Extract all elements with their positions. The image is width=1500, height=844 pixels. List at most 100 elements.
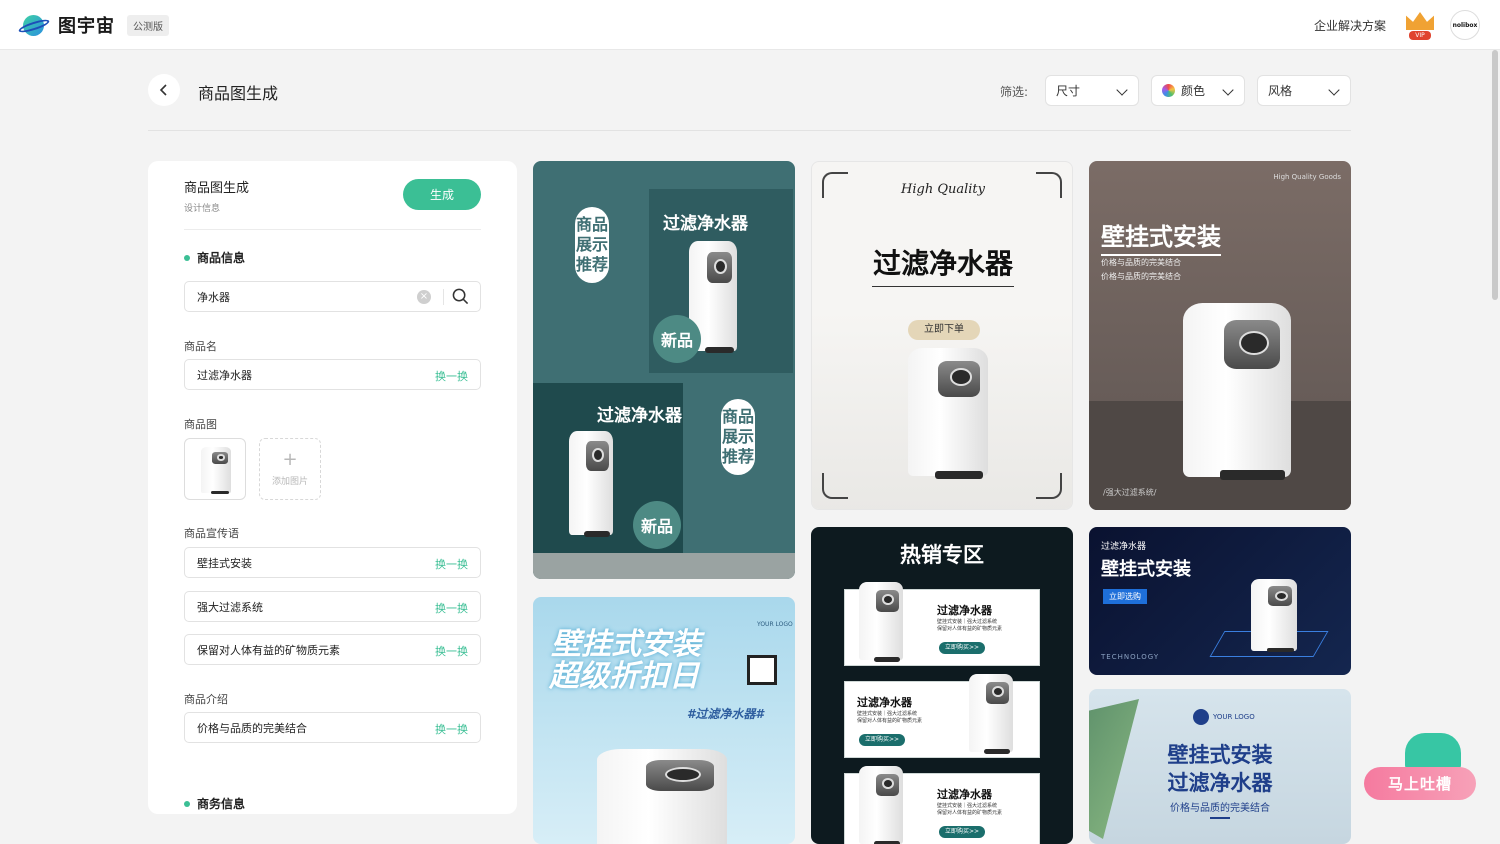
back-button[interactable] xyxy=(148,74,180,106)
color-filter-label: 颜色 xyxy=(1181,84,1206,98)
card7-line3: 价格与品质的完美结合 xyxy=(1170,803,1270,814)
color-wheel-icon xyxy=(1162,84,1175,97)
design-info-panel: 商品图生成 设计信息 生成 商品信息 净水器 × 商品名 过滤净水器 换一换 商… xyxy=(148,161,517,814)
size-filter-label: 尺寸 xyxy=(1056,84,1081,98)
logo[interactable]: 图宇宙 公测版 xyxy=(17,12,169,38)
card1-floor xyxy=(533,553,795,579)
card5-banner: 热销专区 xyxy=(900,543,984,567)
card5-item-1: 过滤净水器 壁挂式安装｜强大过滤系统 保留对人体有益的矿物质元素 立即购买>> xyxy=(844,582,1040,666)
filter-label: 筛选: xyxy=(1000,85,1029,99)
card2-title: 过滤净水器 xyxy=(872,247,1013,280)
size-filter-dropdown[interactable]: 尺寸 xyxy=(1045,75,1139,106)
product-name-field[interactable]: 过滤净水器 换一换 xyxy=(184,359,481,390)
product-name-label: 商品名 xyxy=(184,340,217,353)
chevron-left-icon xyxy=(159,84,167,96)
add-image-button[interactable]: + 添加图片 xyxy=(259,438,321,500)
product-image-thumbnail[interactable] xyxy=(184,438,246,500)
card6-footer: TECHNOLOGY xyxy=(1101,653,1160,661)
purifier-image xyxy=(908,348,988,479)
card4-logo: YOUR LOGO xyxy=(757,621,793,628)
card6-buy-button: 立即选购 xyxy=(1103,589,1147,604)
field-separator xyxy=(443,289,444,305)
product-name-value: 过滤净水器 xyxy=(197,368,252,382)
card7-logo: YOUR LOGO xyxy=(1213,713,1255,721)
plus-icon: + xyxy=(282,448,298,470)
color-filter-dropdown[interactable]: 颜色 xyxy=(1151,75,1245,106)
slogan-label: 商品宣传语 xyxy=(184,527,239,540)
search-icon[interactable] xyxy=(452,288,469,305)
card3-line1: 价格与品质的完美结合 xyxy=(1101,258,1181,267)
card1-vertical-text-right: 商品展示推荐 xyxy=(721,399,755,475)
swap-button[interactable]: 换一换 xyxy=(435,368,468,384)
template-card-6[interactable]: 过滤净水器 壁挂式安装 立即选购 TECHNOLOGY xyxy=(1089,527,1351,675)
card3-footer: /强大过滤系统/ xyxy=(1103,488,1157,497)
bullet-dot-icon xyxy=(184,800,190,807)
template-card-5[interactable]: 热销专区 过滤净水器 壁挂式安装｜强大过滤系统 保留对人体有益的矿物质元素 立即… xyxy=(811,527,1073,844)
scrollbar[interactable] xyxy=(1492,50,1498,300)
card7-line2: 过滤净水器 xyxy=(1167,771,1273,795)
qr-code-icon xyxy=(747,655,777,685)
generate-button[interactable]: 生成 xyxy=(403,179,481,210)
swap-button[interactable]: 换一换 xyxy=(435,643,468,659)
chevron-down-icon xyxy=(1222,84,1234,96)
swap-button[interactable]: 换一换 xyxy=(435,556,468,572)
card4-hashtag: #过滤净水器# xyxy=(687,707,764,721)
search-value: 净水器 xyxy=(197,290,230,304)
card6-title: 壁挂式安装 xyxy=(1101,559,1191,580)
mascot-icon[interactable] xyxy=(1405,733,1461,771)
search-input[interactable]: 净水器 × xyxy=(184,281,481,312)
template-card-1[interactable]: 过滤净水器 过滤净水器 商品展示推荐 商品展示推荐 新品 新品 xyxy=(533,161,795,579)
card6-small-title: 过滤净水器 xyxy=(1101,542,1147,552)
business-info-label: 商务信息 xyxy=(197,797,246,811)
logo-badge-icon xyxy=(1193,709,1209,725)
style-filter-dropdown[interactable]: 风格 xyxy=(1257,75,1351,106)
planet-logo-icon xyxy=(17,12,51,38)
feedback-button[interactable]: 马上吐槽 xyxy=(1364,767,1476,800)
card5-item-desc1: 壁挂式安装｜强大过滤系统 xyxy=(937,619,998,625)
template-card-4[interactable]: 壁挂式安装 超级折扣日 YOUR LOGO #过滤净水器# xyxy=(533,597,795,844)
product-image-label: 商品图 xyxy=(184,418,217,431)
slogan-value: 壁挂式安装 xyxy=(197,556,252,570)
ornament-corner-icon xyxy=(822,473,848,499)
card5-buy-button: 立即购买>> xyxy=(939,826,986,838)
style-filter-label: 风格 xyxy=(1268,84,1293,98)
logo-text: 图宇宙 xyxy=(58,16,115,37)
vip-crown-icon[interactable]: VIP xyxy=(1404,10,1436,40)
intro-field[interactable]: 价格与品质的完美结合 换一换 xyxy=(184,712,481,743)
swap-button[interactable]: 换一换 xyxy=(435,600,468,616)
card4-line2: 超级折扣日 xyxy=(549,659,699,694)
swap-button[interactable]: 换一换 xyxy=(435,721,468,737)
card3-line2: 价格与品质的完美结合 xyxy=(1101,272,1181,281)
slogan-field-2[interactable]: 强大过滤系统 换一换 xyxy=(184,591,481,622)
purifier-image xyxy=(201,447,231,494)
enterprise-solutions-link[interactable]: 企业解决方案 xyxy=(1314,17,1386,34)
card5-item-desc1: 壁挂式安装｜强大过滤系统 xyxy=(857,711,918,717)
slogan-field-3[interactable]: 保留对人体有益的矿物质元素 换一换 xyxy=(184,634,481,665)
card5-item-3: 过滤净水器 壁挂式安装｜强大过滤系统 保留对人体有益的矿物质元素 立即购买>> xyxy=(844,766,1040,844)
chevron-down-icon xyxy=(1116,84,1128,96)
card5-item-desc2: 保留对人体有益的矿物质元素 xyxy=(937,626,1003,632)
purifier-image xyxy=(859,582,903,662)
card5-item-title: 过滤净水器 xyxy=(937,604,992,617)
clear-icon[interactable]: × xyxy=(417,290,431,304)
card3-title: 壁挂式安装 xyxy=(1101,217,1221,256)
panel-subtitle: 设计信息 xyxy=(184,204,221,214)
template-card-7[interactable]: YOUR LOGO 壁挂式安装 过滤净水器 价格与品质的完美结合 xyxy=(1089,689,1351,844)
template-card-2[interactable]: High Quality 过滤净水器 立即下单 xyxy=(811,161,1073,510)
avatar[interactable]: nolibox xyxy=(1450,10,1480,40)
card1-title-bottom: 过滤净水器 xyxy=(597,406,682,426)
card5-item-desc2: 保留对人体有益的矿物质元素 xyxy=(937,810,1003,816)
slogan-field-1[interactable]: 壁挂式安装 换一换 xyxy=(184,547,481,578)
slogan-value: 强大过滤系统 xyxy=(197,600,263,614)
business-info-heading: 商务信息 xyxy=(184,795,245,812)
purifier-image xyxy=(597,749,727,844)
purifier-image xyxy=(1183,303,1291,481)
card7-divider xyxy=(1210,817,1230,819)
purifier-image xyxy=(969,674,1013,754)
purifier-image xyxy=(1251,579,1297,653)
template-card-3[interactable]: High Quality Goods 壁挂式安装 价格与品质的完美结合 价格与品… xyxy=(1089,161,1351,510)
product-info-heading: 商品信息 xyxy=(184,249,245,266)
card1-vertical-text-left: 商品展示推荐 xyxy=(575,207,609,283)
card7-line1: 壁挂式安装 xyxy=(1167,743,1273,767)
intro-value: 价格与品质的完美结合 xyxy=(197,721,307,735)
